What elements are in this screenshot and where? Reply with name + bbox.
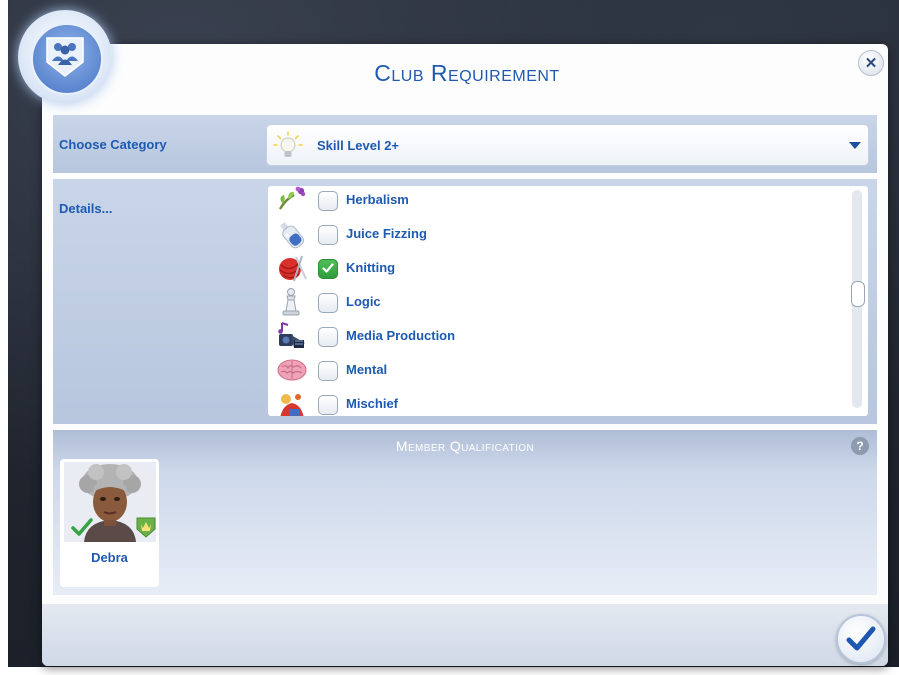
list-item[interactable]: Mischief bbox=[276, 389, 836, 416]
dialog-title: Club Requirement bbox=[374, 60, 560, 86]
skill-checkbox-checked[interactable] bbox=[318, 259, 338, 279]
help-button[interactable]: ? bbox=[851, 437, 869, 455]
member-qualification-title: Member Qualification bbox=[395, 438, 535, 454]
list-item[interactable]: Mental bbox=[276, 355, 836, 387]
club-leader-crown-icon bbox=[136, 517, 156, 538]
scrollbar-thumb[interactable] bbox=[851, 281, 865, 307]
dialog-footer bbox=[42, 604, 888, 666]
club-group-icon bbox=[46, 37, 84, 77]
herbalism-skill-icon bbox=[278, 186, 306, 210]
lightbulb-icon bbox=[273, 131, 303, 157]
category-selected-value: Skill Level 2+ bbox=[317, 138, 400, 153]
member-qualification-panel bbox=[53, 430, 877, 595]
confirm-check-icon bbox=[846, 626, 876, 651]
skill-label: Mischief bbox=[346, 396, 399, 411]
knitting-skill-icon bbox=[279, 255, 307, 282]
screen-edge-left bbox=[0, 0, 8, 675]
media-production-skill-icon bbox=[278, 322, 305, 348]
skill-checkbox[interactable] bbox=[318, 191, 338, 211]
logic-skill-icon bbox=[282, 288, 300, 316]
list-item[interactable]: Logic bbox=[276, 287, 836, 319]
skill-checkbox[interactable] bbox=[318, 361, 338, 381]
list-item[interactable]: Knitting bbox=[276, 253, 836, 285]
list-item[interactable]: Media Production bbox=[276, 321, 836, 353]
skill-checkbox[interactable] bbox=[318, 395, 338, 415]
skill-label: Mental bbox=[346, 362, 388, 377]
checkmark-icon bbox=[322, 263, 334, 273]
member-name: Debra bbox=[91, 550, 128, 565]
juice-fizzing-skill-icon bbox=[280, 222, 305, 249]
mischief-skill-icon bbox=[280, 394, 304, 416]
close-icon: ✕ bbox=[864, 54, 878, 72]
confirm-button[interactable] bbox=[836, 614, 886, 664]
list-item[interactable]: Juice Fizzing bbox=[276, 219, 836, 251]
category-label: Choose Category bbox=[59, 137, 167, 152]
skill-label: Logic bbox=[346, 294, 381, 309]
category-dropdown[interactable]: Skill Level 2+ bbox=[266, 124, 869, 166]
skill-label: Herbalism bbox=[346, 192, 409, 207]
skill-checkbox[interactable] bbox=[318, 293, 338, 313]
qualified-check-icon bbox=[71, 518, 93, 536]
details-label: Details... bbox=[59, 201, 113, 216]
skill-label: Knitting bbox=[346, 260, 396, 275]
close-button[interactable]: ✕ bbox=[858, 50, 884, 76]
skill-checkbox[interactable] bbox=[318, 225, 338, 245]
list-item[interactable]: Herbalism bbox=[276, 186, 836, 217]
skill-label: Juice Fizzing bbox=[346, 226, 427, 241]
screen-edge-bottom bbox=[0, 667, 899, 675]
chevron-down-icon bbox=[849, 142, 861, 149]
skill-label: Media Production bbox=[346, 328, 456, 343]
skill-checkbox[interactable] bbox=[318, 327, 338, 347]
skill-list[interactable]: Herbalism Juice Fizzing Knitting Logic M… bbox=[268, 186, 868, 416]
mental-skill-icon bbox=[277, 359, 307, 381]
